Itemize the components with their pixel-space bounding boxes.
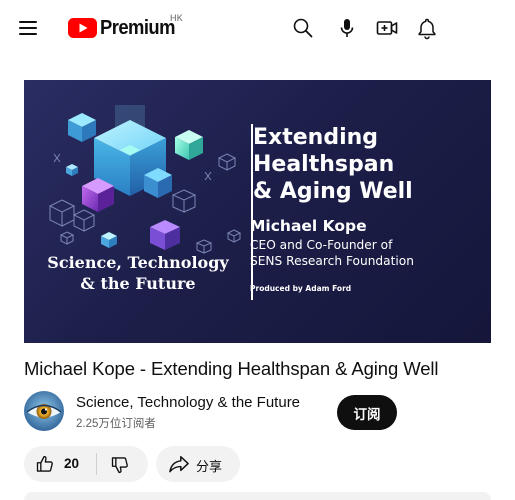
thumbnail-role-line: CEO and Co-Founder of	[250, 238, 393, 252]
thumbnail-role-line: SENS Research Foundation	[250, 254, 414, 268]
thumbnail-producer: Produced by Adam Ford	[250, 284, 352, 293]
thumbnail-title-line: & Aging Well	[253, 179, 413, 204]
eye-avatar-icon	[24, 391, 64, 431]
share-label: 分享	[196, 460, 223, 475]
share-button[interactable]: 分享	[156, 446, 240, 482]
like-dislike-group: 20	[24, 446, 148, 482]
thumbnail-speaker-role: CEO and Co-Founder of SENS Research Foun…	[250, 237, 414, 269]
hamburger-menu-icon	[19, 21, 37, 23]
thumbnail-title-line: Extending	[253, 125, 379, 150]
like-button[interactable]: 20	[24, 446, 96, 482]
youtube-premium-logo[interactable]: Premium	[68, 15, 181, 41]
hamburger-menu-icon-bar	[19, 33, 37, 35]
video-title[interactable]: Michael Kope - Extending Healthspan & Ag…	[24, 358, 494, 380]
thumbnail-title: Extending Healthspan & Aging Well	[253, 124, 483, 205]
top-app-bar: Premium HK	[0, 0, 515, 56]
hamburger-menu-icon-bar	[19, 27, 37, 29]
search-icon	[293, 18, 313, 38]
search-button[interactable]	[291, 16, 315, 40]
youtube-play-icon	[68, 18, 97, 38]
thumbs-down-icon	[111, 457, 128, 474]
comments-preview-strip[interactable]	[24, 492, 491, 500]
thumbnail-title-line: Healthspan	[253, 152, 395, 177]
create-button[interactable]	[375, 16, 399, 40]
thumbnail-series: Science, Technology & the Future	[36, 252, 240, 294]
like-count: 20	[64, 456, 80, 471]
notifications-button[interactable]	[415, 16, 439, 40]
menu-button[interactable]	[16, 16, 40, 40]
thumbnail-series-line: Science, Technology	[47, 253, 229, 272]
microphone-icon	[340, 19, 354, 37]
thumbs-up-icon	[36, 455, 53, 472]
channel-name[interactable]: Science, Technology & the Future	[76, 394, 300, 411]
subscribe-button[interactable]: 订阅	[337, 395, 397, 430]
dislike-button[interactable]	[96, 446, 148, 482]
thumbnail-speaker-name: Michael Kope	[250, 217, 367, 235]
cube-artwork	[48, 105, 242, 254]
subscriber-count: 2.25万位订阅者	[76, 418, 156, 430]
logo-text: Premium	[100, 16, 175, 39]
create-video-icon	[376, 21, 398, 35]
channel-avatar[interactable]	[24, 391, 64, 431]
voice-search-button[interactable]	[335, 16, 359, 40]
region-code: HK	[170, 13, 184, 23]
bell-icon	[418, 18, 436, 40]
thumbnail-series-line: & the Future	[80, 274, 196, 293]
share-arrow-icon	[169, 456, 189, 473]
video-thumbnail[interactable]: Extending Healthspan & Aging Well Michae…	[24, 80, 491, 343]
